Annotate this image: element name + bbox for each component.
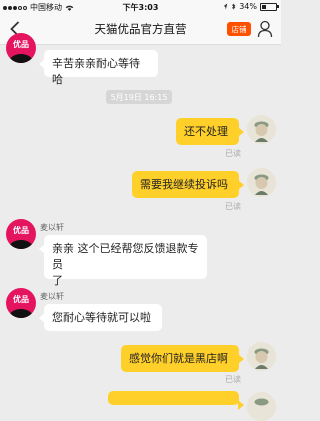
message-text: 辛苦亲亲耐心等待哈 [52, 57, 140, 86]
sender-name: 麦以轩 [40, 292, 64, 301]
message-bubble[interactable] [108, 391, 244, 410]
battery-fill [262, 4, 266, 9]
chat-timestamp: 5月19日 16:15 [106, 90, 172, 104]
read-status: 已读 [225, 149, 241, 158]
battery-percent: 34% [239, 2, 257, 11]
user-photo-icon [247, 392, 276, 421]
cat-logo-icon [9, 309, 33, 318]
avatar-text: 优品 [13, 40, 29, 49]
message-text-line: 亲亲 这个已经帮您反馈退款专员 [52, 242, 199, 271]
message-text: 还不处理 [184, 125, 228, 138]
shop-avatar[interactable]: 优品 [6, 288, 36, 318]
user-avatar[interactable] [247, 342, 276, 371]
chat-header: 天猫优品官方直营 店铺 [0, 14, 281, 45]
shop-avatar[interactable]: 优品 [6, 33, 36, 63]
message-bubble[interactable]: 还不处理 [176, 118, 244, 145]
message-text: 需要我继续投诉吗 [140, 178, 228, 191]
cat-logo-icon [9, 54, 33, 63]
user-photo-icon [247, 168, 276, 197]
location-arrow-icon [223, 3, 228, 10]
message-bubble[interactable]: 亲亲 这个已经帮您反馈退款专员 了 [39, 235, 207, 287]
avatar-text: 优品 [13, 226, 29, 235]
message-text: 感觉你们就是黑店啊 [129, 352, 228, 365]
message-bubble[interactable]: 需要我继续投诉吗 [132, 171, 244, 198]
battery-area: 34% [223, 2, 279, 11]
message-bubble[interactable]: 辛苦亲亲耐心等待哈 [39, 50, 158, 86]
battery-icon [260, 2, 279, 11]
message-bubble[interactable]: 您耐心等待就可以啦 [39, 304, 162, 331]
status-bar: 中国移动 下午3:03 34% [0, 0, 281, 14]
message-bubble[interactable]: 感觉你们就是黑店啊 [121, 345, 244, 372]
message-text-line: 了 [52, 274, 63, 287]
shop-button[interactable]: 店铺 [227, 22, 251, 36]
bluetooth-icon [232, 3, 236, 10]
avatar-text: 优品 [13, 295, 29, 304]
cat-logo-icon [9, 240, 33, 249]
read-status: 已读 [225, 202, 241, 211]
user-avatar[interactable] [247, 168, 276, 197]
person-icon[interactable] [257, 20, 273, 38]
read-status: 已读 [225, 375, 241, 384]
message-text: 您耐心等待就可以啦 [52, 311, 151, 324]
sender-name: 麦以轩 [40, 223, 64, 232]
user-avatar[interactable] [247, 115, 276, 144]
user-photo-icon [247, 342, 276, 371]
user-photo-icon [247, 115, 276, 144]
shop-avatar[interactable]: 优品 [6, 219, 36, 249]
user-avatar[interactable] [247, 392, 276, 421]
